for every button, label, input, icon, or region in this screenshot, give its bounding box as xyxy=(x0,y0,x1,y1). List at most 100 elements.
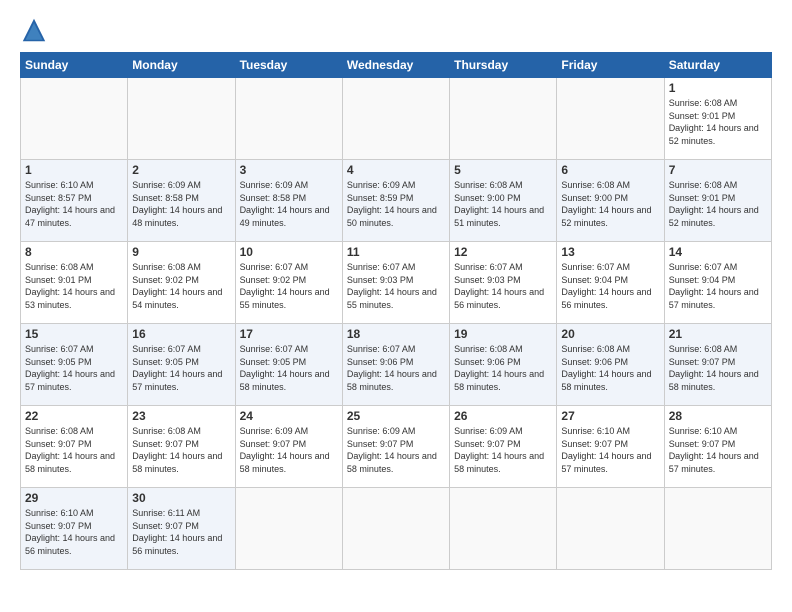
day-number: 25 xyxy=(347,409,445,423)
calendar-cell: 5 Sunrise: 6:08 AM Sunset: 9:00 PM Daylig… xyxy=(450,160,557,242)
day-number: 18 xyxy=(347,327,445,341)
day-info: Sunrise: 6:10 AM Sunset: 9:07 PM Dayligh… xyxy=(25,507,123,557)
day-number: 24 xyxy=(240,409,338,423)
calendar-cell: 24 Sunrise: 6:09 AM Sunset: 9:07 PM Dayli… xyxy=(235,406,342,488)
calendar-cell xyxy=(664,488,771,570)
calendar-cell: 26 Sunrise: 6:09 AM Sunset: 9:07 PM Dayli… xyxy=(450,406,557,488)
calendar-week-row: 29 Sunrise: 6:10 AM Sunset: 9:07 PM Dayli… xyxy=(21,488,772,570)
day-number: 21 xyxy=(669,327,767,341)
day-number: 17 xyxy=(240,327,338,341)
day-number: 12 xyxy=(454,245,552,259)
calendar-cell: 6Sunrise: 6:08 AM Sunset: 9:00 PM Daylig… xyxy=(557,160,664,242)
day-number: 3 xyxy=(240,163,338,177)
calendar-cell xyxy=(557,78,664,160)
calendar-cell: 17 Sunrise: 6:07 AM Sunset: 9:05 PM Dayli… xyxy=(235,324,342,406)
day-number: 15 xyxy=(25,327,123,341)
day-info: Sunrise: 6:09 AM Sunset: 9:07 PM Dayligh… xyxy=(454,425,552,475)
calendar-cell: 9 Sunrise: 6:08 AM Sunset: 9:02 PM Daylig… xyxy=(128,242,235,324)
day-number: 22 xyxy=(25,409,123,423)
day-info: Sunrise: 6:08 AM Sunset: 9:01 PM Dayligh… xyxy=(25,261,123,311)
day-number: 30 xyxy=(132,491,230,505)
calendar-cell: 11Sunrise: 6:07 AM Sunset: 9:03 PM Dayli… xyxy=(342,242,449,324)
calendar-cell xyxy=(235,78,342,160)
day-info: Sunrise: 6:07 AM Sunset: 9:05 PM Dayligh… xyxy=(132,343,230,393)
page: SundayMondayTuesdayWednesdayThursdayFrid… xyxy=(0,0,792,612)
calendar-cell: 1Sunrise: 6:08 AM Sunset: 9:01 PM Daylig… xyxy=(664,78,771,160)
calendar-cell xyxy=(342,78,449,160)
day-number: 1 xyxy=(25,163,123,177)
calendar-cell: 21 Sunrise: 6:08 AM Sunset: 9:07 PM Dayli… xyxy=(664,324,771,406)
day-number: 8 xyxy=(25,245,123,259)
day-info: Sunrise: 6:08 AM Sunset: 9:06 PM Dayligh… xyxy=(561,343,659,393)
calendar-week-row: 1Sunrise: 6:10 AM Sunset: 8:57 PM Daylig… xyxy=(21,160,772,242)
day-info: Sunrise: 6:08 AM Sunset: 9:01 PM Dayligh… xyxy=(669,179,767,229)
calendar-table: SundayMondayTuesdayWednesdayThursdayFrid… xyxy=(20,52,772,570)
calendar-cell: 2Sunrise: 6:09 AM Sunset: 8:58 PM Daylig… xyxy=(128,160,235,242)
calendar-week-row: 22 Sunrise: 6:08 AM Sunset: 9:07 PM Dayli… xyxy=(21,406,772,488)
calendar-cell: 28Sunrise: 6:10 AM Sunset: 9:07 PM Dayli… xyxy=(664,406,771,488)
calendar-cell: 30 Sunrise: 6:11 AM Sunset: 9:07 PM Dayli… xyxy=(128,488,235,570)
day-info: Sunrise: 6:08 AM Sunset: 9:02 PM Dayligh… xyxy=(132,261,230,311)
calendar-cell xyxy=(21,78,128,160)
calendar-header-thursday: Thursday xyxy=(450,53,557,78)
calendar-week-row: 1Sunrise: 6:08 AM Sunset: 9:01 PM Daylig… xyxy=(21,78,772,160)
day-info: Sunrise: 6:07 AM Sunset: 9:05 PM Dayligh… xyxy=(240,343,338,393)
calendar-cell: 1Sunrise: 6:10 AM Sunset: 8:57 PM Daylig… xyxy=(21,160,128,242)
day-number: 1 xyxy=(669,81,767,95)
calendar-cell: 7 Sunrise: 6:08 AM Sunset: 9:01 PM Daylig… xyxy=(664,160,771,242)
day-info: Sunrise: 6:08 AM Sunset: 9:07 PM Dayligh… xyxy=(669,343,767,393)
day-info: Sunrise: 6:09 AM Sunset: 9:07 PM Dayligh… xyxy=(240,425,338,475)
day-info: Sunrise: 6:09 AM Sunset: 9:07 PM Dayligh… xyxy=(347,425,445,475)
day-number: 2 xyxy=(132,163,230,177)
calendar-cell: 16 Sunrise: 6:07 AM Sunset: 9:05 PM Dayli… xyxy=(128,324,235,406)
calendar-week-row: 8 Sunrise: 6:08 AM Sunset: 9:01 PM Daylig… xyxy=(21,242,772,324)
day-info: Sunrise: 6:10 AM Sunset: 9:07 PM Dayligh… xyxy=(561,425,659,475)
day-number: 20 xyxy=(561,327,659,341)
day-number: 11 xyxy=(347,245,445,259)
day-info: Sunrise: 6:10 AM Sunset: 9:07 PM Dayligh… xyxy=(669,425,767,475)
day-info: Sunrise: 6:07 AM Sunset: 9:06 PM Dayligh… xyxy=(347,343,445,393)
calendar-cell: 10Sunrise: 6:07 AM Sunset: 9:02 PM Dayli… xyxy=(235,242,342,324)
day-number: 7 xyxy=(669,163,767,177)
day-number: 9 xyxy=(132,245,230,259)
calendar-week-row: 15 Sunrise: 6:07 AM Sunset: 9:05 PM Dayli… xyxy=(21,324,772,406)
day-info: Sunrise: 6:09 AM Sunset: 8:59 PM Dayligh… xyxy=(347,179,445,229)
calendar-cell: 4 Sunrise: 6:09 AM Sunset: 8:59 PM Daylig… xyxy=(342,160,449,242)
day-info: Sunrise: 6:09 AM Sunset: 8:58 PM Dayligh… xyxy=(240,179,338,229)
calendar-cell: 12 Sunrise: 6:07 AM Sunset: 9:03 PM Dayli… xyxy=(450,242,557,324)
day-number: 6 xyxy=(561,163,659,177)
day-number: 4 xyxy=(347,163,445,177)
calendar-cell: 13Sunrise: 6:07 AM Sunset: 9:04 PM Dayli… xyxy=(557,242,664,324)
calendar-header-friday: Friday xyxy=(557,53,664,78)
day-info: Sunrise: 6:07 AM Sunset: 9:04 PM Dayligh… xyxy=(669,261,767,311)
calendar-header-sunday: Sunday xyxy=(21,53,128,78)
calendar-cell: 23 Sunrise: 6:08 AM Sunset: 9:07 PM Dayli… xyxy=(128,406,235,488)
calendar-cell xyxy=(557,488,664,570)
day-number: 26 xyxy=(454,409,552,423)
calendar-cell: 15 Sunrise: 6:07 AM Sunset: 9:05 PM Dayli… xyxy=(21,324,128,406)
day-info: Sunrise: 6:07 AM Sunset: 9:03 PM Dayligh… xyxy=(454,261,552,311)
calendar-cell xyxy=(235,488,342,570)
calendar-cell xyxy=(450,488,557,570)
day-info: Sunrise: 6:08 AM Sunset: 9:07 PM Dayligh… xyxy=(132,425,230,475)
calendar-cell: 3 Sunrise: 6:09 AM Sunset: 8:58 PM Daylig… xyxy=(235,160,342,242)
day-number: 23 xyxy=(132,409,230,423)
calendar-cell xyxy=(342,488,449,570)
logo-icon xyxy=(20,16,48,44)
day-number: 19 xyxy=(454,327,552,341)
calendar-header-tuesday: Tuesday xyxy=(235,53,342,78)
calendar-header-saturday: Saturday xyxy=(664,53,771,78)
day-number: 16 xyxy=(132,327,230,341)
day-info: Sunrise: 6:08 AM Sunset: 9:06 PM Dayligh… xyxy=(454,343,552,393)
calendar-cell: 22Sunrise: 6:08 AM Sunset: 9:07 PM Dayli… xyxy=(21,406,128,488)
day-info: Sunrise: 6:08 AM Sunset: 9:00 PM Dayligh… xyxy=(454,179,552,229)
day-number: 14 xyxy=(669,245,767,259)
day-number: 5 xyxy=(454,163,552,177)
day-info: Sunrise: 6:07 AM Sunset: 9:02 PM Dayligh… xyxy=(240,261,338,311)
day-number: 29 xyxy=(25,491,123,505)
calendar-cell: 25 Sunrise: 6:09 AM Sunset: 9:07 PM Dayli… xyxy=(342,406,449,488)
calendar-cell xyxy=(450,78,557,160)
calendar-cell: 29 Sunrise: 6:10 AM Sunset: 9:07 PM Dayli… xyxy=(21,488,128,570)
day-info: Sunrise: 6:07 AM Sunset: 9:05 PM Dayligh… xyxy=(25,343,123,393)
day-info: Sunrise: 6:11 AM Sunset: 9:07 PM Dayligh… xyxy=(132,507,230,557)
